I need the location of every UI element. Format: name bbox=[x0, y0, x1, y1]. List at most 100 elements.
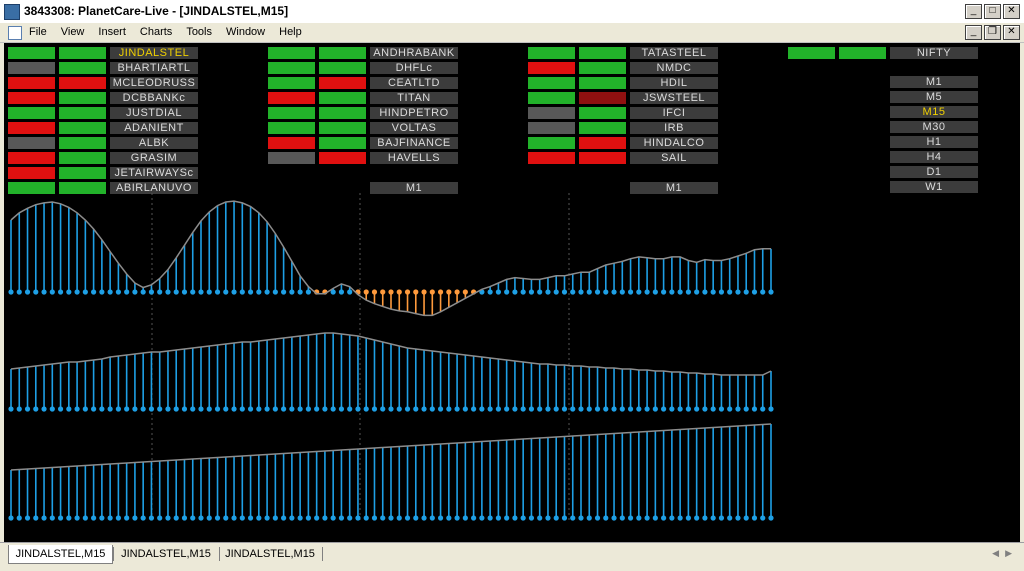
baseline-dot bbox=[214, 406, 221, 412]
baseline-dot bbox=[611, 289, 617, 295]
baseline-dot bbox=[8, 289, 14, 295]
minimize-button[interactable]: _ bbox=[965, 4, 982, 19]
baseline-dot bbox=[594, 515, 601, 521]
baseline-dot bbox=[281, 289, 287, 295]
baseline-dot bbox=[132, 289, 138, 295]
baseline-dot bbox=[256, 515, 262, 521]
doc-close-button[interactable]: ✕ bbox=[1003, 25, 1020, 40]
baseline-dot bbox=[272, 289, 278, 295]
baseline-dot bbox=[396, 289, 402, 295]
doc-restore-button[interactable]: ❐ bbox=[984, 25, 1001, 40]
baseline-dot bbox=[685, 406, 691, 412]
menu-tools[interactable]: Tools bbox=[179, 25, 219, 39]
menu-charts[interactable]: Charts bbox=[133, 25, 179, 39]
baseline-dot bbox=[594, 406, 601, 412]
baseline-dot bbox=[669, 289, 675, 295]
baseline-dot bbox=[223, 515, 229, 521]
doc-minimize-button[interactable]: _ bbox=[965, 25, 982, 40]
baseline-dot bbox=[33, 515, 39, 521]
baseline-dot bbox=[388, 289, 394, 295]
baseline-dot bbox=[231, 515, 237, 521]
close-button[interactable]: ✕ bbox=[1003, 4, 1020, 19]
baseline-dot bbox=[627, 406, 634, 412]
baseline-dot bbox=[429, 289, 435, 295]
baseline-dot bbox=[49, 289, 55, 295]
baseline-dot bbox=[421, 406, 427, 412]
baseline-dot bbox=[247, 406, 254, 412]
baseline-dot bbox=[446, 406, 452, 412]
baseline-dot bbox=[91, 289, 97, 295]
menu-help[interactable]: Help bbox=[272, 25, 309, 39]
chart-tab-1[interactable]: JINDALSTEL,M15 bbox=[8, 545, 113, 564]
baseline-dot bbox=[57, 515, 64, 521]
baseline-dot bbox=[396, 515, 402, 521]
baseline-dot bbox=[247, 289, 254, 295]
chart-tab-3[interactable]: JINDALSTEL,M15 bbox=[222, 545, 318, 563]
baseline-dot bbox=[338, 406, 345, 412]
tab-divider bbox=[113, 547, 114, 561]
baseline-dot bbox=[537, 289, 543, 295]
baseline-dot bbox=[140, 406, 146, 412]
baseline-dot bbox=[735, 289, 741, 295]
baseline-dot bbox=[413, 289, 419, 295]
chart-window[interactable]: JINDALSTEL BHARTIARTL MCLEODRUSS DCBBANKc JU… bbox=[4, 43, 1020, 542]
baseline-dot bbox=[570, 515, 576, 521]
baseline-dot bbox=[272, 406, 278, 412]
baseline-dot bbox=[124, 406, 130, 412]
baseline-dot bbox=[247, 515, 254, 521]
baseline-dot bbox=[661, 406, 667, 412]
baseline-dot bbox=[297, 406, 303, 412]
baseline-dot bbox=[479, 406, 485, 412]
baseline-dot bbox=[545, 406, 551, 412]
document-icon[interactable] bbox=[8, 26, 22, 40]
baseline-dot bbox=[8, 406, 14, 412]
baseline-dot bbox=[305, 406, 311, 412]
baseline-dot bbox=[578, 406, 584, 412]
chart-tab-2[interactable]: JINDALSTEL,M15 bbox=[116, 545, 216, 563]
baseline-dot bbox=[206, 515, 212, 521]
baseline-dot bbox=[107, 515, 113, 521]
baseline-dot bbox=[694, 515, 700, 521]
tab-divider bbox=[322, 547, 323, 561]
baseline-dot bbox=[181, 289, 188, 295]
baseline-dot bbox=[627, 515, 634, 521]
baseline-dot bbox=[157, 289, 163, 295]
menu-window[interactable]: Window bbox=[219, 25, 272, 39]
baseline-dot bbox=[347, 515, 353, 521]
menu-insert[interactable]: Insert bbox=[91, 25, 133, 39]
baseline-dot bbox=[388, 406, 394, 412]
baseline-dot bbox=[338, 289, 345, 295]
baseline-dot bbox=[91, 515, 97, 521]
baseline-dot bbox=[661, 289, 667, 295]
baseline-dot bbox=[239, 289, 245, 295]
maximize-button[interactable]: □ bbox=[984, 4, 1001, 19]
baseline-dot bbox=[677, 515, 683, 521]
baseline-dot bbox=[644, 289, 650, 295]
baseline-dot bbox=[132, 406, 138, 412]
baseline-dot bbox=[512, 515, 518, 521]
baseline-dot bbox=[710, 289, 716, 295]
baseline-dot bbox=[446, 515, 452, 521]
baseline-dot bbox=[437, 515, 444, 521]
baseline-dot bbox=[165, 289, 171, 295]
baseline-dot bbox=[619, 515, 625, 521]
baseline-dot bbox=[124, 289, 130, 295]
baseline-dot bbox=[710, 515, 716, 521]
baseline-dot bbox=[115, 289, 121, 295]
baseline-dot bbox=[396, 406, 402, 412]
menu-file[interactable]: File bbox=[29, 25, 54, 39]
baseline-dot bbox=[256, 289, 262, 295]
baseline-dot bbox=[82, 406, 88, 412]
baseline-dot bbox=[157, 406, 163, 412]
baseline-dot bbox=[735, 406, 741, 412]
baseline-dot bbox=[198, 289, 204, 295]
baseline-dot bbox=[504, 289, 510, 295]
baseline-dot bbox=[330, 406, 336, 412]
baseline-dot bbox=[471, 406, 477, 412]
baseline-dot bbox=[239, 406, 245, 412]
menu-view[interactable]: View bbox=[54, 25, 92, 39]
baseline-dot bbox=[727, 515, 733, 521]
tab-scroll-arrows-icon[interactable]: ◀▶ bbox=[992, 548, 1018, 559]
baseline-dot bbox=[314, 406, 320, 412]
baseline-dot bbox=[446, 289, 452, 295]
